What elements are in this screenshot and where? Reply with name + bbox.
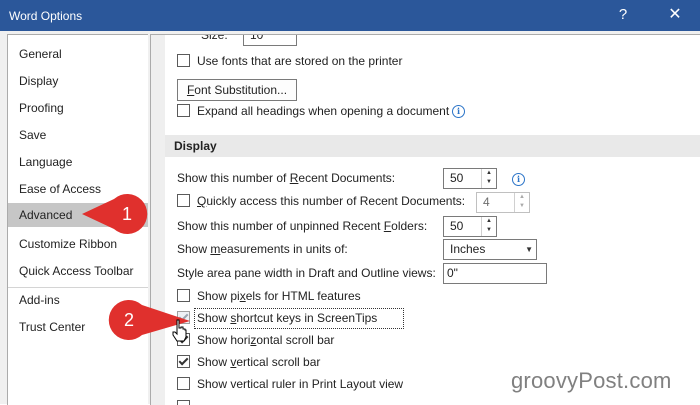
nav-item-quick-access-toolbar[interactable]: Quick Access Toolbar [8, 259, 148, 283]
recent-docs-spinner[interactable]: 50 ▲ ▼ [443, 168, 497, 189]
cut-off-checkbox[interactable] [177, 400, 190, 405]
size-spinner[interactable]: 10 [243, 34, 297, 46]
info-icon: i [452, 105, 465, 118]
callout-1-badge [82, 194, 148, 234]
quick-access-spinner[interactable]: 4 ▲ ▼ [476, 192, 530, 213]
spinner-arrows-icon[interactable]: ▲ ▼ [481, 217, 496, 236]
callout-1-number: 1 [122, 204, 132, 224]
nav-item-display[interactable]: Display [8, 69, 148, 93]
measurement-units-select[interactable]: Inches ▼ [443, 239, 537, 260]
callout-2-number: 2 [124, 310, 134, 330]
chevron-down-icon: ▼ [525, 245, 533, 254]
use-printer-fonts-label: Use fonts that are stored on the printer [197, 54, 403, 68]
expand-headings-checkbox[interactable] [177, 104, 190, 117]
close-button[interactable]: ✕ [664, 5, 686, 25]
vertical-ruler-label: Show vertical ruler in Print Layout view [197, 377, 404, 391]
recent-folders-spinner[interactable]: 50 ▲ ▼ [443, 216, 497, 237]
horizontal-scroll-label: Show horizontal scroll bar [197, 333, 335, 347]
title-bar: Word Options ? ✕ [0, 0, 700, 31]
vertical-scroll-label: Show vertical scroll bar [197, 355, 321, 369]
expand-headings-label: Expand all headings when opening a docum… [197, 104, 450, 118]
vertical-scroll-checkbox[interactable] [177, 355, 190, 368]
recent-docs-label: Show this number of Recent Documents: [177, 171, 396, 185]
display-section-header: Display [165, 135, 700, 157]
size-value: 10 [250, 34, 264, 42]
watermark-text: groovyPost.com [511, 368, 672, 393]
quick-access-checkbox[interactable] [177, 194, 190, 207]
recent-docs-value: 50 [450, 171, 464, 185]
shortcut-keys-label: Show shortcut keys in ScreenTips [197, 311, 378, 325]
nav-item-language[interactable]: Language [8, 150, 148, 174]
recent-folders-value: 50 [450, 219, 464, 233]
font-substitution-button[interactable]: Font Substitution... [177, 79, 297, 101]
style-area-input[interactable]: 0" [443, 263, 547, 284]
quick-access-value: 4 [483, 195, 490, 209]
advanced-options-panel: Size: 10 Use fonts that are stored on th… [150, 34, 700, 405]
spinner-arrows-icon[interactable]: ▲ ▼ [514, 193, 529, 212]
info-icon: i [512, 173, 525, 186]
size-label: Size: [201, 34, 228, 42]
callout-1: 1 [82, 194, 148, 234]
measurement-label: Show measurements in units of: [177, 242, 348, 256]
vertical-ruler-checkbox[interactable] [177, 377, 190, 390]
spinner-arrows-icon[interactable]: ▲ ▼ [481, 169, 496, 188]
recent-folders-label: Show this number of unpinned Recent Fold… [177, 219, 428, 233]
use-printer-fonts-checkbox[interactable] [177, 54, 190, 67]
font-substitution-label: ont Substitution... [194, 83, 288, 97]
help-button[interactable]: ? [614, 6, 632, 24]
nav-item-general[interactable]: General [8, 42, 148, 66]
measurement-units-value: Inches [450, 242, 486, 256]
quick-access-label: Quickly access this number of Recent Doc… [197, 194, 466, 208]
nav-item-proofing[interactable]: Proofing [8, 96, 148, 120]
pixels-html-label: Show pixels for HTML features [197, 289, 361, 303]
style-area-label: Style area pane width in Draft and Outli… [177, 266, 436, 280]
nav-item-save[interactable]: Save [8, 123, 148, 147]
mouse-pointer-icon [172, 319, 187, 342]
window-title: Word Options [9, 9, 83, 23]
